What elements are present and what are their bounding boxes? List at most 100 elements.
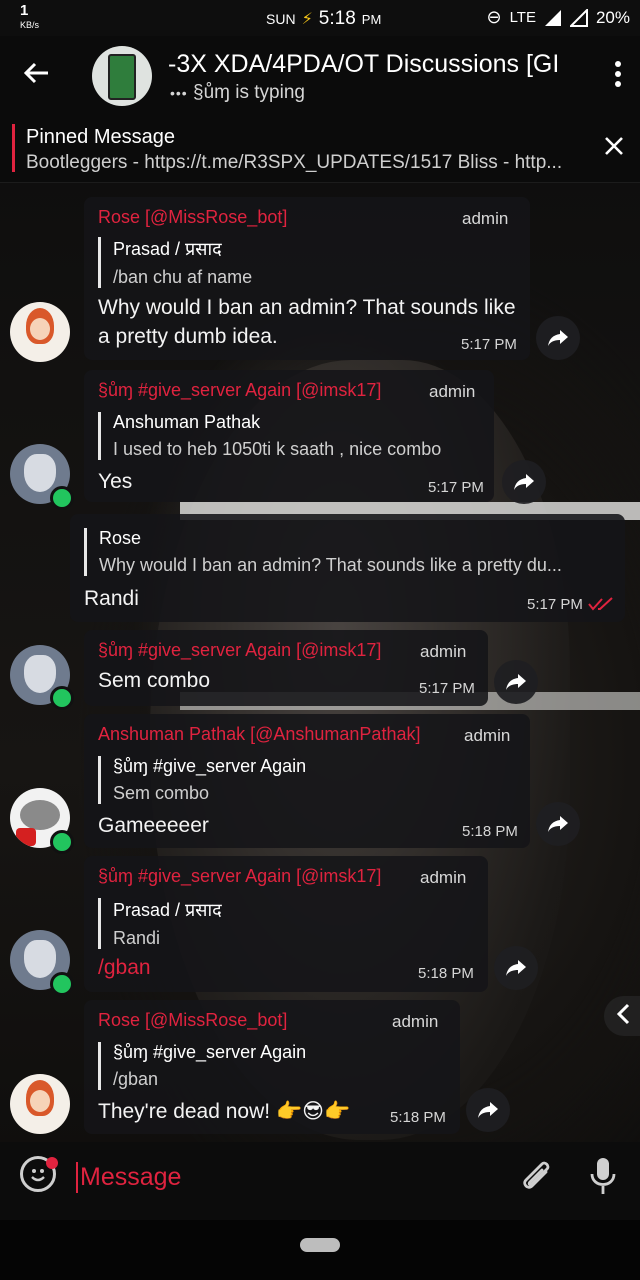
message-bubble[interactable]: §ůɱ #give_server Again [@imsk17] admin S…: [84, 630, 488, 706]
message-time: 5:18 PM: [462, 823, 518, 840]
message-bubble[interactable]: §ůɱ #give_server Again [@imsk17] admin P…: [84, 856, 488, 992]
message-sender[interactable]: Rose [@MissRose_bot]: [98, 207, 287, 228]
forward-button[interactable]: [494, 946, 538, 990]
message-bubble[interactable]: Anshuman Pathak [@AnshumanPathak] admin …: [84, 714, 530, 848]
forward-icon: [478, 1102, 498, 1118]
message-bubble[interactable]: §ůɱ #give_server Again [@imsk17] admin A…: [84, 370, 494, 502]
network-type: LTE: [509, 9, 536, 26]
reply-preview[interactable]: Anshuman Pathak I used to heb 1050ti k s…: [98, 412, 493, 460]
signal-icon: [544, 9, 561, 26]
status-right: ⊖ LTE 20%: [486, 7, 630, 28]
pinned-message[interactable]: Pinned Message Bootleggers - https://t.m…: [0, 114, 640, 183]
message-sender[interactable]: §ůɱ #give_server Again [@imsk17]: [98, 866, 381, 887]
online-indicator: [50, 486, 74, 510]
message-sender[interactable]: §ůɱ #give_server Again [@imsk17]: [98, 640, 381, 661]
forward-button[interactable]: [536, 316, 580, 360]
avatar[interactable]: [10, 1074, 70, 1134]
message-time: 5:17 PM: [461, 336, 517, 353]
emoji-notification-dot: [46, 1157, 58, 1169]
reply-name: §ůɱ #give_server Again: [113, 1042, 307, 1062]
typing-indicator: ••• §ůɱ is typing: [170, 82, 305, 104]
back-arrow-icon: [23, 62, 48, 84]
forward-icon: [506, 674, 526, 690]
sender-role: admin: [392, 1012, 439, 1031]
message-composer: [0, 1142, 640, 1220]
charging-icon: ⚡: [301, 11, 313, 28]
close-icon: [605, 137, 623, 155]
online-indicator: [50, 830, 74, 854]
group-avatar[interactable]: [92, 46, 152, 106]
message-text: Gameeeeer: [98, 814, 209, 837]
reply-preview[interactable]: Prasad / प्रसाद /ban chu af name: [98, 237, 493, 288]
system-nav-bar: [0, 1220, 640, 1280]
message-text: Randi: [84, 587, 139, 610]
group-avatar-image: [108, 54, 136, 100]
network-speed-value: 1: [20, 2, 29, 19]
reply-name: Anshuman Pathak: [113, 412, 261, 432]
message-text: /gban: [98, 956, 151, 979]
message-sender[interactable]: §ůɱ #give_server Again [@imsk17]: [98, 380, 381, 401]
message-time: 5:18 PM: [390, 1109, 446, 1126]
reply-preview[interactable]: Rose Why would I ban an admin? That soun…: [84, 528, 609, 576]
message-bubble[interactable]: Rose [@MissRose_bot] admin Prasad / प्रस…: [84, 197, 530, 360]
message-input[interactable]: [76, 1162, 482, 1193]
chat-title[interactable]: -3X XDA/4PDA/OT Discussions [GI: [168, 50, 580, 79]
reply-name: Prasad / प्रसाद: [113, 239, 222, 259]
message-time: 5:17 PM: [419, 680, 475, 697]
avatar[interactable]: [10, 302, 70, 362]
more-vert-icon: [615, 61, 621, 87]
sender-role: admin: [429, 382, 476, 401]
clock: SUN ⚡ 5:18 PM: [266, 8, 381, 30]
forward-icon: [548, 330, 568, 346]
status-bar: 1 KB/s SUN ⚡ 5:18 PM ⊖ LTE 20%: [0, 0, 640, 36]
message-text: Why would I ban an admin? That sounds li…: [98, 296, 516, 348]
reply-name: §ůɱ #give_server Again: [113, 756, 307, 776]
read-check-icon: [588, 597, 613, 611]
reply-text: /ban chu af name: [113, 267, 253, 287]
scroll-side-button[interactable]: [604, 996, 640, 1036]
forward-button[interactable]: [466, 1088, 510, 1132]
voice-record-button[interactable]: [588, 1156, 618, 1198]
back-button[interactable]: [22, 58, 58, 94]
reply-text: Why would I ban an admin? That sounds li…: [99, 555, 562, 575]
forward-button[interactable]: [494, 660, 538, 704]
typing-text: is typing: [235, 82, 305, 103]
network-speed-unit: KB/s: [20, 20, 40, 30]
sender-role: admin: [462, 209, 509, 228]
status-day: SUN: [266, 11, 296, 27]
sender-role: admin: [464, 726, 511, 745]
message-time: 5:17 PM: [428, 479, 484, 496]
pinned-text: Bootleggers - https://t.me/R3SPX_UPDATES…: [26, 152, 563, 173]
online-indicator: [50, 972, 74, 996]
forward-button[interactable]: [502, 460, 546, 504]
outgoing-message-bubble[interactable]: Rose Why would I ban an admin? That soun…: [70, 514, 625, 622]
message-bubble[interactable]: Rose [@MissRose_bot] admin §ůɱ #give_ser…: [84, 1000, 460, 1134]
mic-icon: [590, 1158, 616, 1194]
attach-icon: [523, 1161, 550, 1189]
dnd-icon: ⊖: [486, 7, 502, 27]
sender-role: admin: [420, 642, 467, 661]
message-text: They're dead now! 👉😎👉: [98, 1100, 351, 1123]
reply-text: Randi: [113, 928, 161, 948]
message-time: 5:17 PM: [527, 596, 583, 613]
forward-button[interactable]: [536, 802, 580, 846]
pinned-accent-bar: [12, 124, 15, 172]
message-sender[interactable]: Anshuman Pathak [@AnshumanPathak]: [98, 724, 420, 745]
attach-button[interactable]: [520, 1158, 554, 1198]
battery-level: 20%: [595, 7, 630, 27]
reply-text: I used to heb 1050ti k saath , nice comb…: [113, 439, 442, 459]
online-indicator: [50, 686, 74, 710]
home-gesture-pill[interactable]: [300, 1238, 340, 1252]
status-ampm: PM: [361, 11, 382, 27]
message-time: 5:18 PM: [418, 965, 474, 982]
chat-header: -3X XDA/4PDA/OT Discussions [GI ••• §ůɱ …: [0, 36, 640, 114]
reply-preview[interactable]: §ůɱ #give_server Again /gban: [98, 1042, 453, 1090]
close-pinned-button[interactable]: [604, 134, 624, 160]
status-time: 5:18: [318, 8, 356, 29]
reply-text: /gban: [113, 1069, 159, 1089]
more-options-button[interactable]: [614, 60, 622, 93]
reply-preview[interactable]: Prasad / प्रसाद Randi: [98, 898, 483, 949]
reply-preview[interactable]: §ůɱ #give_server Again Sem combo: [98, 756, 493, 804]
message-sender[interactable]: Rose [@MissRose_bot]: [98, 1010, 287, 1031]
sender-role: admin: [420, 868, 467, 887]
